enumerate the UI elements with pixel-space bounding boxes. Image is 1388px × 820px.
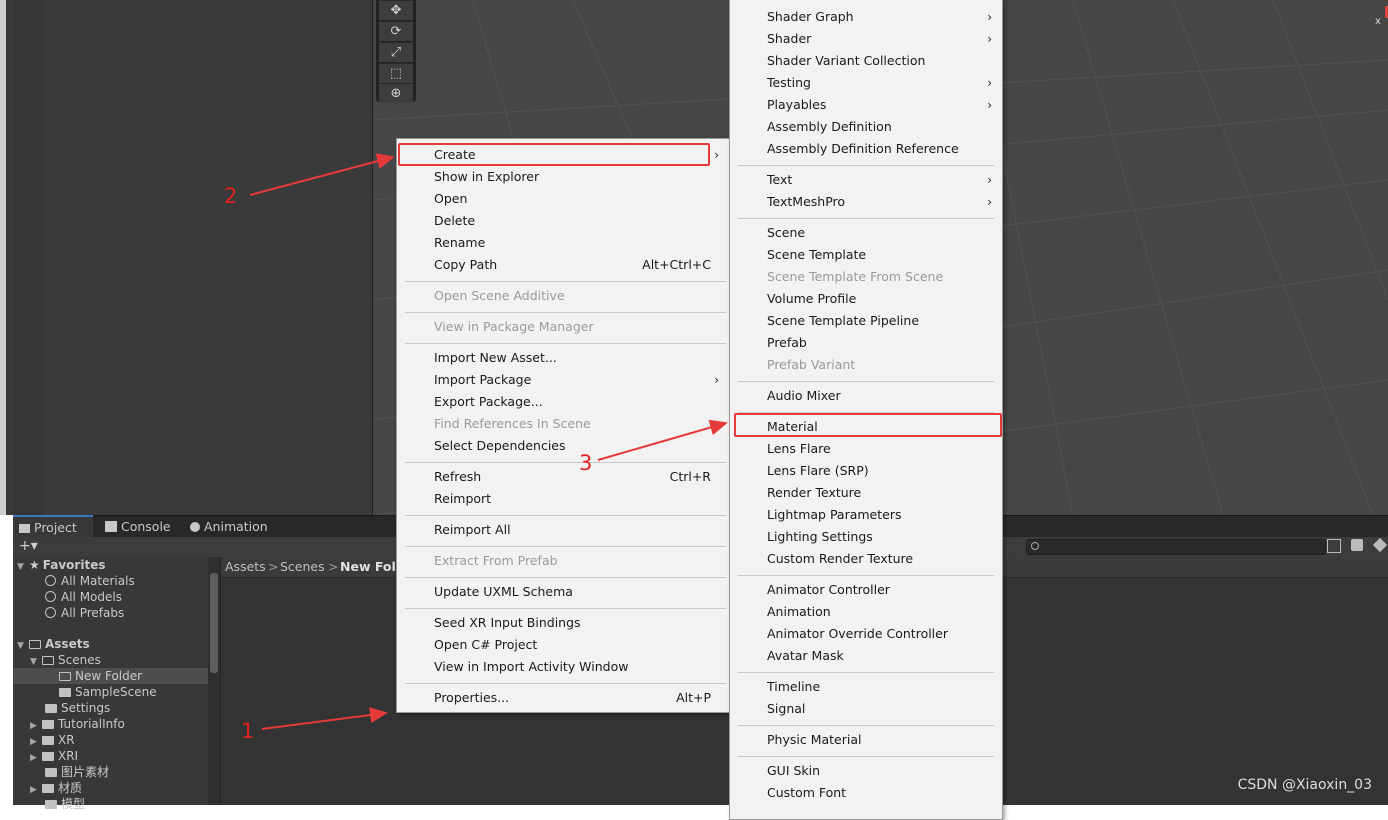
annotation-step-1: 1 [241,719,255,743]
annotation-step-3: 3 [579,451,593,475]
arrow-step2 [249,153,395,196]
arrow-step3 [597,419,728,461]
annotation-step-2: 2 [224,184,238,208]
annotation-arrows [249,153,728,730]
arrow-step1 [261,707,388,730]
watermark: CSDN @Xiaoxin_03 [1237,777,1372,793]
